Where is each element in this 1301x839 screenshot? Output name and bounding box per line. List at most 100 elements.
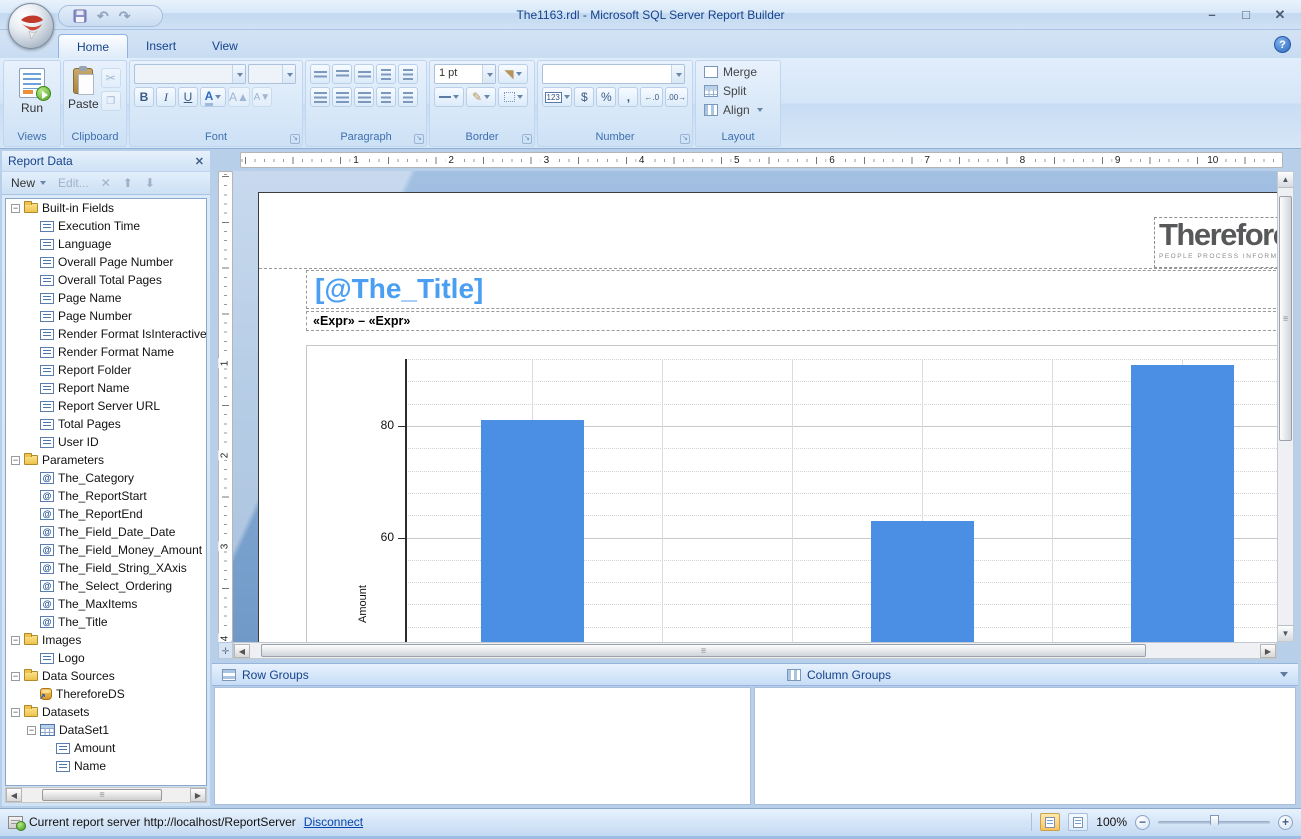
increase-decimal-button[interactable]: ←.0 <box>640 87 663 107</box>
tree-item-parameters[interactable]: −Parameters <box>6 451 206 469</box>
tree-item-report-folder[interactable]: Report Folder <box>6 361 206 379</box>
chart-bar[interactable] <box>481 420 584 642</box>
bar-chart[interactable]: Amount 6080 <box>306 345 1277 642</box>
align-middle-button[interactable] <box>332 64 352 84</box>
scroll-left-icon[interactable]: ◀ <box>6 788 22 802</box>
fill-color-button[interactable]: ◥ <box>498 64 528 84</box>
tree-item-overall-page-number[interactable]: Overall Page Number <box>6 253 206 271</box>
tree-expander-icon[interactable]: − <box>11 204 20 213</box>
chevron-down-icon[interactable] <box>482 65 495 83</box>
zoom-in-button[interactable]: + <box>1278 815 1293 830</box>
tree-item-datasets[interactable]: −Datasets <box>6 703 206 721</box>
tree-item-data-sources[interactable]: −Data Sources <box>6 667 206 685</box>
scroll-right-icon[interactable]: ▶ <box>1260 644 1276 658</box>
cut-button[interactable]: ✂ <box>101 68 121 88</box>
tab-view[interactable]: View <box>194 34 256 58</box>
tree-item-the-select-ordering[interactable]: @The_Select_Ordering <box>6 577 206 595</box>
undo-icon[interactable]: ↶ <box>97 9 109 23</box>
tree-item-thereforeds[interactable]: ThereforeDS <box>6 685 206 703</box>
chevron-down-icon[interactable] <box>232 65 245 83</box>
run-button[interactable]: Run <box>9 64 55 130</box>
align-button[interactable]: Align <box>700 100 776 119</box>
tree-item-amount[interactable]: Amount <box>6 739 206 757</box>
align-top-button[interactable] <box>310 64 330 84</box>
zoom-slider-thumb[interactable] <box>1210 815 1219 829</box>
copy-button[interactable]: ❐ <box>101 91 121 111</box>
tree-item-render-format-name[interactable]: Render Format Name <box>6 343 206 361</box>
tree-expander-icon[interactable]: − <box>11 456 20 465</box>
tree-expander-icon[interactable]: − <box>11 636 20 645</box>
tree-item-the-field-string-xaxis[interactable]: @The_Field_String_XAxis <box>6 559 206 577</box>
new-button[interactable]: New <box>7 174 50 192</box>
percent-button[interactable]: % <box>596 87 616 107</box>
chevron-down-icon[interactable] <box>282 65 295 83</box>
tree-item-the-title[interactable]: @The_Title <box>6 613 206 631</box>
application-menu-button[interactable] <box>8 3 54 49</box>
zoom-out-button[interactable]: − <box>1135 815 1150 830</box>
design-vscrollbar[interactable]: ▲ ▼ <box>1277 171 1294 642</box>
logo-image[interactable]: Therefore PEOPLE PROCESS INFORMATION <box>1154 217 1277 268</box>
tree-item-report-server-url[interactable]: Report Server URL <box>6 397 206 415</box>
scroll-left-icon[interactable]: ◀ <box>234 644 250 658</box>
help-icon[interactable]: ? <box>1274 36 1291 53</box>
tree-item-page-name[interactable]: Page Name <box>6 289 206 307</box>
font-size-combo[interactable] <box>248 64 296 84</box>
tree-item-language[interactable]: Language <box>6 235 206 253</box>
tree-expander-icon[interactable]: − <box>11 672 20 681</box>
tree-item-the-reportend[interactable]: @The_ReportEnd <box>6 505 206 523</box>
tab-insert[interactable]: Insert <box>128 34 194 58</box>
border-style-button[interactable] <box>434 87 464 107</box>
tree-item-user-id[interactable]: User ID <box>6 433 206 451</box>
paste-button[interactable]: Paste <box>68 64 99 130</box>
run-view-button[interactable] <box>1068 813 1088 831</box>
scroll-up-icon[interactable]: ▲ <box>1278 172 1293 188</box>
tree-item-report-name[interactable]: Report Name <box>6 379 206 397</box>
disconnect-link[interactable]: Disconnect <box>304 815 363 829</box>
shrink-font-button[interactable]: A▼ <box>252 87 272 107</box>
report-title-textbox[interactable]: [@The_Title] <box>306 270 1277 309</box>
grouping-pane-menu-icon[interactable] <box>1280 672 1288 677</box>
save-icon[interactable] <box>73 9 87 23</box>
design-view-button[interactable] <box>1040 813 1060 831</box>
grow-font-button[interactable]: A▲ <box>228 87 250 107</box>
merge-button[interactable]: Merge <box>700 62 776 81</box>
decrease-decimal-button[interactable]: .00→ <box>665 87 688 107</box>
tree-item-execution-time[interactable]: Execution Time <box>6 217 206 235</box>
font-family-combo[interactable] <box>134 64 246 84</box>
scrollbar-thumb[interactable] <box>42 789 162 801</box>
scroll-down-icon[interactable]: ▼ <box>1278 625 1293 641</box>
redo-icon[interactable]: ↷ <box>119 9 131 23</box>
split-button[interactable]: Split <box>700 81 776 100</box>
italic-button[interactable]: I <box>156 87 176 107</box>
report-data-hscrollbar[interactable]: ◀ ▶ <box>5 787 207 803</box>
align-right-button[interactable] <box>354 87 374 107</box>
increase-indent-button[interactable] <box>398 64 418 84</box>
align-bottom-button[interactable] <box>354 64 374 84</box>
scrollbar-thumb[interactable] <box>1279 196 1292 441</box>
tree-item-render-format-isinteractive[interactable]: Render Format IsInteractive <box>6 325 206 343</box>
edit-button[interactable]: Edit... <box>54 174 93 192</box>
design-hscrollbar[interactable]: ◀ ▶ <box>233 642 1277 659</box>
bullet-list-button[interactable] <box>376 87 396 107</box>
decrease-indent-button[interactable] <box>376 64 396 84</box>
tree-item-overall-total-pages[interactable]: Overall Total Pages <box>6 271 206 289</box>
tree-item-logo[interactable]: Logo <box>6 649 206 667</box>
borders-button[interactable] <box>498 87 528 107</box>
column-groups-pane[interactable] <box>754 687 1296 805</box>
move-down-icon[interactable]: ⬇ <box>141 174 159 192</box>
number-format-combo[interactable] <box>542 64 685 84</box>
chart-bar[interactable] <box>1131 365 1234 642</box>
tree-item-images[interactable]: −Images <box>6 631 206 649</box>
tree-item-the-field-money-amount[interactable]: @The_Field_Money_Amount <box>6 541 206 559</box>
number-dialog-launcher[interactable]: ↘ <box>680 134 690 144</box>
tab-home[interactable]: Home <box>58 34 128 58</box>
tree-expander-icon[interactable]: − <box>11 708 20 717</box>
tree-item-the-reportstart[interactable]: @The_ReportStart <box>6 487 206 505</box>
tree-item-the-maxitems[interactable]: @The_MaxItems <box>6 595 206 613</box>
border-width-combo[interactable]: 1 pt <box>434 64 496 84</box>
number-format-button[interactable]: 123 <box>542 87 572 107</box>
tree-item-the-category[interactable]: @The_Category <box>6 469 206 487</box>
report-page[interactable]: Therefore PEOPLE PROCESS INFORMATION [@T… <box>258 192 1277 642</box>
panel-close-icon[interactable]: ✕ <box>195 155 204 168</box>
chevron-down-icon[interactable] <box>671 65 684 83</box>
